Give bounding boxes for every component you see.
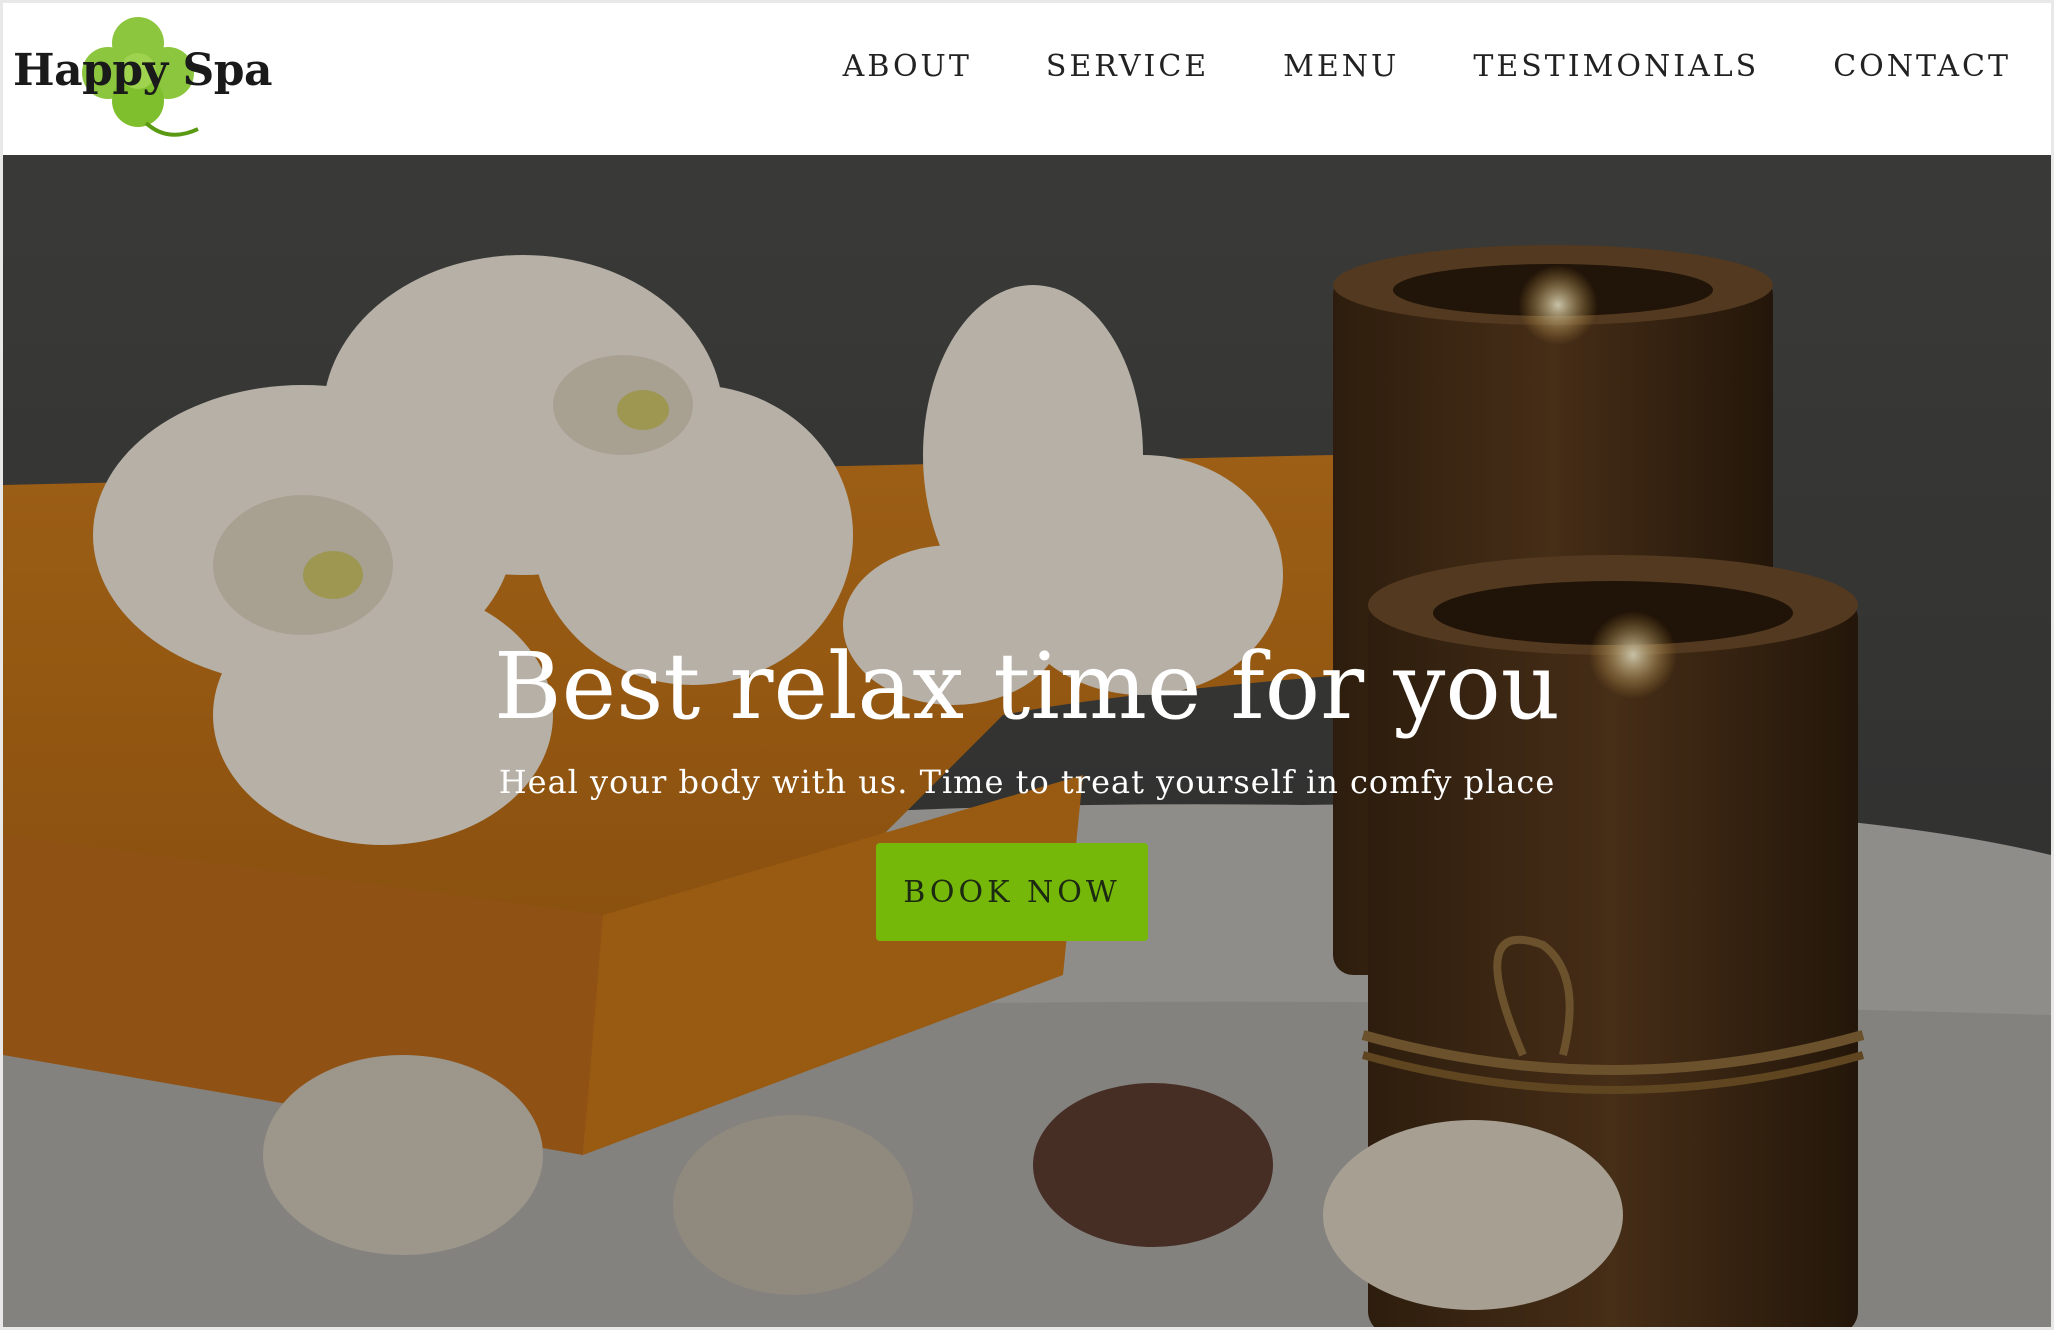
- nav-contact[interactable]: CONTACT: [1833, 49, 2011, 84]
- nav-service[interactable]: SERVICE: [1046, 49, 1209, 84]
- page: Happy Spa ABOUT SERVICE MENU TESTIMONIAL…: [0, 0, 2054, 1330]
- nav-about[interactable]: ABOUT: [843, 49, 972, 84]
- site-header: Happy Spa ABOUT SERVICE MENU TESTIMONIAL…: [3, 3, 2051, 155]
- nav-testimonials[interactable]: TESTIMONIALS: [1473, 49, 1759, 84]
- logo[interactable]: Happy Spa: [13, 11, 273, 141]
- hero-subtitle: Heal your body with us. Time to treat yo…: [498, 763, 1556, 801]
- hero-title: Best relax time for you: [494, 633, 1560, 740]
- book-now-button[interactable]: BOOK NOW: [876, 843, 1148, 941]
- hero-overlay: [3, 155, 2051, 1327]
- main-nav: ABOUT SERVICE MENU TESTIMONIALS CONTACT: [843, 49, 2011, 84]
- brand-name: Happy Spa: [13, 45, 273, 96]
- nav-menu[interactable]: MENU: [1283, 49, 1399, 84]
- hero-section: Best relax time for you Heal your body w…: [3, 155, 2051, 1327]
